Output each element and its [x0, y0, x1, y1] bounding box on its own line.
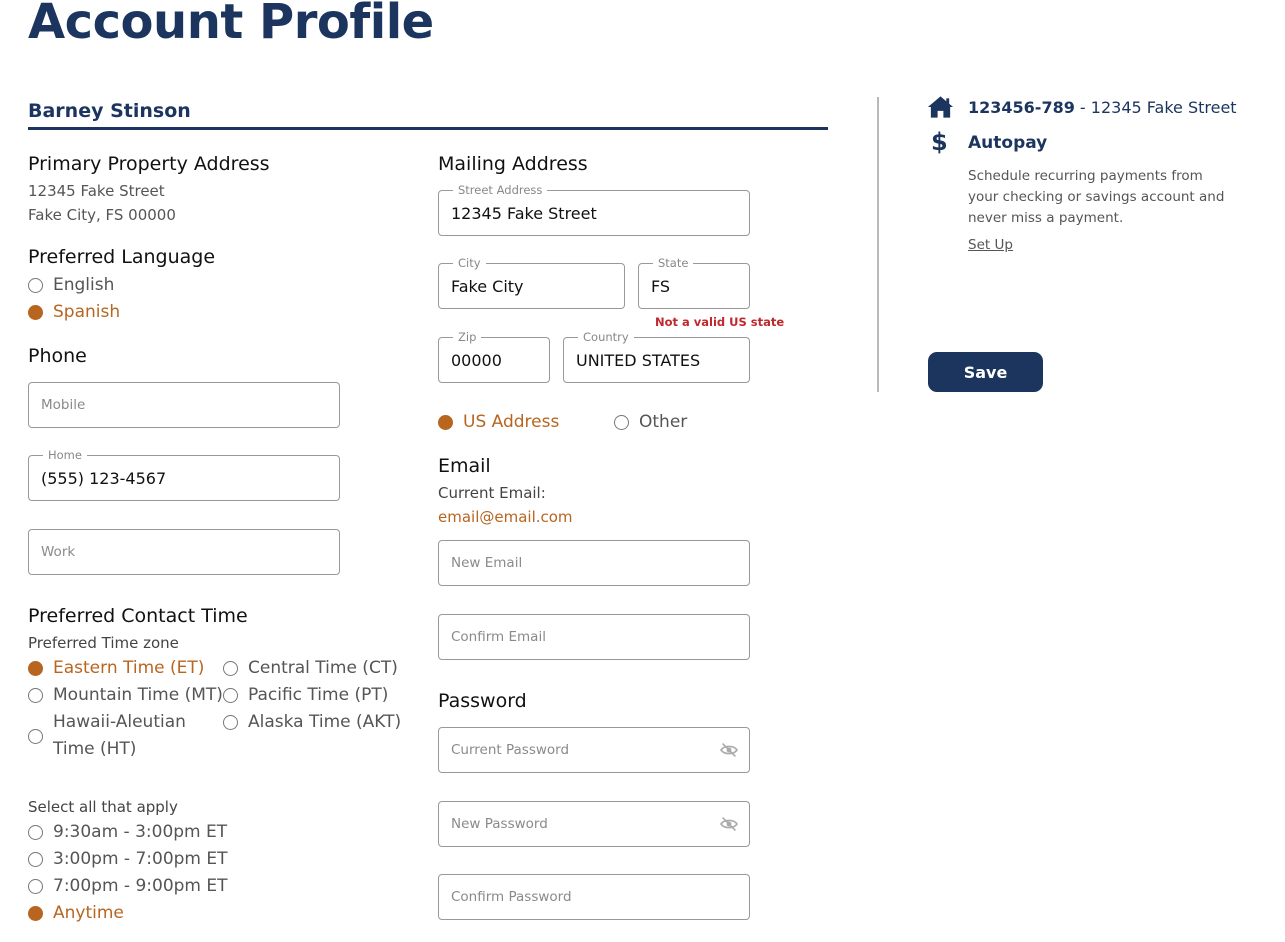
work-phone-placeholder: Work [41, 544, 76, 560]
state-value: FS [651, 276, 671, 296]
timezone-option-label: Central Time (CT) [248, 658, 398, 678]
radio-akt[interactable] [223, 715, 238, 730]
radio-slot-anytime[interactable] [28, 906, 43, 921]
address-type-label: US Address [463, 412, 560, 432]
confirm-password-placeholder: Confirm Password [451, 889, 572, 905]
user-name: Barney Stinson [28, 100, 191, 122]
country-value: UNITED STATES [576, 350, 701, 370]
mailing-address-heading: Mailing Address [438, 153, 588, 175]
mobile-phone-placeholder: Mobile [41, 397, 86, 413]
radio-ht[interactable] [28, 728, 43, 744]
slot-option-label: 3:00pm - 7:00pm ET [53, 849, 228, 869]
home-phone-field[interactable]: Home (555) 123-4567 [28, 448, 340, 501]
new-password-placeholder: New Password [451, 816, 548, 832]
timezone-option-label: Pacific Time (PT) [248, 685, 389, 705]
slot-option-3[interactable]: 7:00pm - 9:00pm ET [28, 873, 228, 900]
radio-ct[interactable] [223, 661, 238, 676]
phone-heading: Phone [28, 345, 87, 367]
address-type-other[interactable]: Other [614, 409, 687, 436]
radio-slot-2[interactable] [28, 852, 43, 867]
radio-spanish[interactable] [28, 305, 43, 320]
dollar-icon: $ [931, 128, 948, 156]
column-divider [877, 97, 879, 392]
current-password-field[interactable]: Current Password [438, 727, 750, 773]
address-type-us[interactable]: US Address [438, 409, 559, 436]
timezone-option-mt[interactable]: Mountain Time (MT) [28, 682, 223, 709]
address-type-label: Other [639, 412, 688, 432]
state-field[interactable]: State FS [638, 256, 750, 309]
city-value: Fake City [451, 276, 524, 296]
user-divider [28, 127, 828, 130]
timezone-option-label: Eastern Time (ET) [53, 658, 205, 678]
home-phone-value: (555) 123-4567 [41, 468, 167, 488]
primary-address-line1: 12345 Fake Street [28, 182, 165, 200]
current-email-value: email@email.com [438, 508, 573, 526]
timezone-option-label: Hawaii-Aleutian Time (HT) [53, 712, 186, 759]
page-title: Account Profile [28, 0, 434, 50]
timezone-option-ht[interactable]: Hawaii-Aleutian Time (HT) [28, 709, 198, 763]
street-address-value: 12345 Fake Street [451, 203, 597, 223]
city-field[interactable]: City Fake City [438, 256, 625, 309]
email-heading: Email [438, 455, 491, 477]
autopay-description: Schedule recurring payments from your ch… [968, 168, 1225, 226]
confirm-email-field[interactable]: Confirm Email [438, 614, 750, 660]
slot-option-2[interactable]: 3:00pm - 7:00pm ET [28, 846, 228, 873]
autopay-title: Autopay [968, 133, 1048, 153]
current-password-placeholder: Current Password [451, 742, 570, 758]
eye-slash-icon[interactable] [719, 816, 739, 832]
slots-label: Select all that apply [28, 798, 178, 816]
contact-time-heading: Preferred Contact Time [28, 605, 248, 627]
language-option-label: Spanish [53, 302, 121, 322]
street-address-field[interactable]: Street Address 12345 Fake Street [438, 183, 750, 236]
country-field[interactable]: Country UNITED STATES [563, 330, 750, 383]
radio-pt[interactable] [223, 688, 238, 703]
eye-slash-icon[interactable] [719, 742, 739, 758]
account-address: 12345 Fake Street [1090, 98, 1237, 117]
language-heading: Preferred Language [28, 246, 216, 268]
new-password-field[interactable]: New Password [438, 801, 750, 847]
timezone-label: Preferred Time zone [28, 634, 179, 652]
new-email-placeholder: New Email [451, 555, 523, 571]
mobile-phone-field[interactable]: Mobile [28, 382, 340, 428]
timezone-option-ct[interactable]: Central Time (CT) [223, 655, 398, 682]
account-separator: - [1074, 98, 1091, 117]
confirm-password-field[interactable]: Confirm Password [438, 874, 750, 920]
autopay-setup-link[interactable]: Set Up [968, 237, 1013, 253]
radio-mt[interactable] [28, 688, 43, 703]
radio-slot-3[interactable] [28, 879, 43, 894]
work-phone-field[interactable]: Work [28, 529, 340, 575]
timezone-option-akt[interactable]: Alaska Time (AKT) [223, 709, 401, 736]
language-option-spanish[interactable]: Spanish [28, 299, 120, 326]
language-option-english[interactable]: English [28, 272, 114, 299]
slot-option-anytime[interactable]: Anytime [28, 900, 124, 927]
slot-option-label: 9:30am - 3:00pm ET [53, 822, 228, 842]
slot-option-1[interactable]: 9:30am - 3:00pm ET [28, 819, 227, 846]
password-heading: Password [438, 690, 527, 712]
radio-et[interactable] [28, 661, 43, 676]
current-email-label: Current Email: [438, 484, 546, 502]
timezone-option-pt[interactable]: Pacific Time (PT) [223, 682, 388, 709]
home-icon [927, 96, 954, 118]
state-error-message: Not a valid US state [655, 315, 785, 329]
radio-us-address[interactable] [438, 415, 453, 430]
primary-address-line2: Fake City, FS 00000 [28, 206, 176, 224]
zip-field[interactable]: Zip 00000 [438, 330, 550, 383]
radio-other-address[interactable] [614, 415, 629, 430]
new-email-field[interactable]: New Email [438, 540, 750, 586]
radio-english[interactable] [28, 278, 43, 293]
slot-option-label: Anytime [53, 903, 124, 923]
account-summary: 123456-789 - 12345 Fake Street [968, 98, 1237, 117]
language-option-label: English [53, 275, 115, 295]
timezone-option-label: Alaska Time (AKT) [248, 712, 402, 732]
account-number: 123456-789 [968, 98, 1075, 117]
slot-option-label: 7:00pm - 9:00pm ET [53, 876, 228, 896]
timezone-option-label: Mountain Time (MT) [53, 685, 223, 705]
radio-slot-1[interactable] [28, 825, 43, 840]
zip-value: 00000 [451, 350, 502, 370]
timezone-option-et[interactable]: Eastern Time (ET) [28, 655, 204, 682]
confirm-email-placeholder: Confirm Email [451, 629, 546, 645]
primary-address-heading: Primary Property Address [28, 153, 270, 175]
save-button[interactable]: Save [928, 352, 1043, 392]
